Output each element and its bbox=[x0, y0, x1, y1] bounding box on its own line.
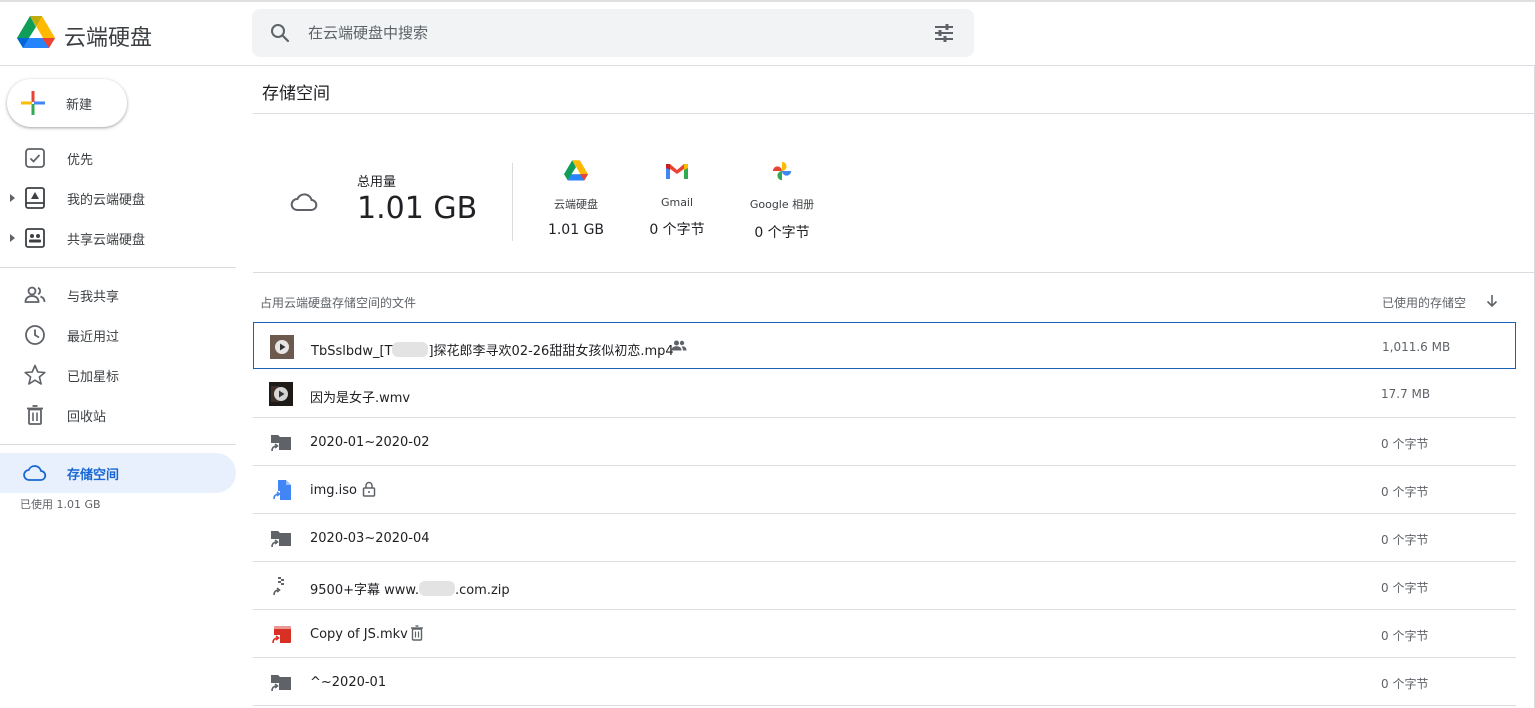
star-icon bbox=[24, 364, 46, 385]
service-usage: 1.01 GB bbox=[547, 222, 605, 238]
file-row[interactable]: 9500+字幕 www. .com.zip 0 个字节 bbox=[253, 562, 1516, 610]
file-list-header: 占用云端硬盘存储空间的文件 bbox=[260, 296, 417, 310]
search-options-icon[interactable] bbox=[932, 21, 956, 45]
file-size: 0 个字节 bbox=[1381, 485, 1429, 499]
sidebar-item-shared-with-me[interactable]: 与我共享 bbox=[0, 275, 236, 315]
sidebar-item-label: 存储空间 bbox=[67, 468, 120, 483]
service-usage: 0 个字节 bbox=[754, 225, 810, 241]
file-row[interactable]: 2020-03~2020-04 0 个字节 bbox=[253, 514, 1516, 562]
trash-icon bbox=[411, 625, 423, 641]
redacted-blur bbox=[392, 342, 429, 357]
file-shortcut-icon bbox=[272, 480, 291, 501]
sidebar-item-recent[interactable]: 最近用过 bbox=[0, 315, 236, 355]
file-name[interactable]: ^~2020-01 bbox=[310, 675, 386, 690]
my-drive-icon bbox=[25, 187, 45, 209]
service-drive: 云端硬盘 1.01 GB bbox=[526, 160, 626, 238]
service-name: Google 相册 bbox=[749, 198, 815, 211]
total-usage-value: 1.01 GB bbox=[357, 191, 478, 226]
file-name[interactable]: Copy of JS.mkv bbox=[310, 627, 408, 642]
plus-icon bbox=[21, 91, 45, 115]
folder-shortcut-icon bbox=[270, 435, 291, 453]
cloud-icon bbox=[23, 465, 47, 481]
search-input[interactable] bbox=[308, 21, 908, 45]
service-usage: 0 个字节 bbox=[649, 222, 705, 238]
file-name[interactable]: 2020-03~2020-04 bbox=[310, 531, 430, 546]
video-thumbnail-icon bbox=[270, 335, 294, 359]
sidebar-item-label: 与我共享 bbox=[67, 290, 120, 305]
sidebar-item-label: 共享云端硬盘 bbox=[67, 233, 146, 248]
file-name[interactable]: 2020-01~2020-02 bbox=[310, 435, 430, 450]
folder-shortcut-icon bbox=[270, 531, 291, 549]
sidebar-item-label: 最近用过 bbox=[67, 330, 120, 345]
shared-drives-icon bbox=[25, 228, 45, 248]
sidebar-item-label: 已加星标 bbox=[67, 370, 120, 385]
service-photos: Google 相册 0 个字节 bbox=[732, 160, 832, 242]
expand-caret-icon[interactable] bbox=[6, 231, 18, 245]
file-row[interactable]: img.iso 0 个字节 bbox=[253, 466, 1516, 514]
sidebar-item-priority[interactable]: 优先 bbox=[0, 138, 236, 178]
folder-shortcut-icon bbox=[270, 675, 291, 693]
sidebar-item-trash[interactable]: 回收站 bbox=[0, 395, 236, 435]
file-name[interactable]: 因为是女子.wmv bbox=[310, 387, 410, 406]
file-size: 0 个字节 bbox=[1381, 437, 1429, 451]
file-size: 0 个字节 bbox=[1381, 677, 1429, 691]
file-size: 0 个字节 bbox=[1381, 533, 1429, 547]
sort-arrow-down-icon[interactable] bbox=[1484, 293, 1500, 309]
sidebar-item-starred[interactable]: 已加星标 bbox=[0, 355, 236, 395]
service-name: Gmail bbox=[660, 196, 694, 209]
new-button-label: 新建 bbox=[66, 98, 93, 113]
shared-people-icon bbox=[671, 340, 687, 351]
drive-logo-icon[interactable] bbox=[17, 16, 55, 50]
app-title[interactable]: 云端硬盘 bbox=[64, 20, 152, 52]
usage-divider bbox=[512, 163, 513, 241]
header: 云端硬盘 bbox=[0, 2, 1535, 66]
trash-icon bbox=[27, 405, 43, 425]
file-size: 17.7 MB bbox=[1381, 387, 1431, 401]
sidebar-divider bbox=[0, 267, 236, 268]
file-row[interactable]: 2020-01~2020-02 0 个字节 bbox=[253, 418, 1516, 466]
priority-icon bbox=[25, 148, 45, 168]
drive-icon bbox=[564, 160, 588, 181]
lock-icon bbox=[362, 481, 376, 497]
usage-section-divider bbox=[253, 272, 1535, 273]
search-icon[interactable] bbox=[268, 21, 292, 45]
sidebar-item-label: 回收站 bbox=[67, 410, 107, 425]
total-usage-label: 总用量 bbox=[357, 175, 397, 190]
file-size: 1,011.6 MB bbox=[1382, 340, 1451, 354]
file-name[interactable]: img.iso bbox=[310, 483, 357, 498]
file-name[interactable]: 9500+字幕 www. .com.zip bbox=[310, 579, 510, 598]
expand-caret-icon[interactable] bbox=[6, 191, 18, 205]
shared-with-me-icon bbox=[24, 286, 46, 303]
service-name: 云端硬盘 bbox=[554, 198, 598, 211]
recent-icon bbox=[25, 325, 45, 345]
sidebar-item-my-drive[interactable]: 我的云端硬盘 bbox=[0, 178, 236, 218]
file-row[interactable]: 因为是女子.wmv 17.7 MB bbox=[253, 370, 1516, 418]
sidebar-divider bbox=[0, 444, 236, 445]
storage-used-text: 已使用 1.01 GB bbox=[20, 498, 101, 511]
title-divider bbox=[253, 113, 1535, 114]
photos-icon bbox=[772, 161, 792, 181]
video-shortcut-icon bbox=[271, 626, 291, 645]
sidebar-item-label: 优先 bbox=[67, 153, 94, 168]
gmail-icon bbox=[666, 164, 688, 179]
file-row[interactable]: TbSslbdw_[T]探花郎李寻欢02-26甜甜女孩似初恋.mp4 1,011… bbox=[253, 322, 1516, 369]
search-bar[interactable] bbox=[252, 9, 974, 57]
new-button[interactable]: 新建 bbox=[7, 79, 127, 127]
zip-shortcut-icon bbox=[273, 577, 284, 596]
video-thumbnail-icon bbox=[269, 382, 293, 406]
storage-used-column-header[interactable]: 已使用的存储空 bbox=[1382, 294, 1466, 311]
page-title: 存储空间 bbox=[262, 84, 330, 104]
sidebar-item-shared-drives[interactable]: 共享云端硬盘 bbox=[0, 218, 236, 258]
file-size: 0 个字节 bbox=[1381, 629, 1429, 643]
file-row[interactable]: Copy of JS.mkv 0 个字节 bbox=[253, 610, 1516, 658]
file-size: 0 个字节 bbox=[1381, 581, 1429, 595]
file-name[interactable]: TbSslbdw_[T]探花郎李寻欢02-26甜甜女孩似初恋.mp4 bbox=[311, 340, 674, 359]
sidebar-item-storage[interactable]: 存储空间 bbox=[0, 453, 236, 493]
sidebar-item-label: 我的云端硬盘 bbox=[67, 193, 146, 208]
file-row[interactable]: ^~2020-01 0 个字节 bbox=[253, 658, 1516, 706]
cloud-icon bbox=[290, 193, 318, 211]
redacted-blur bbox=[418, 581, 455, 596]
service-gmail: Gmail 0 个字节 bbox=[627, 160, 727, 239]
